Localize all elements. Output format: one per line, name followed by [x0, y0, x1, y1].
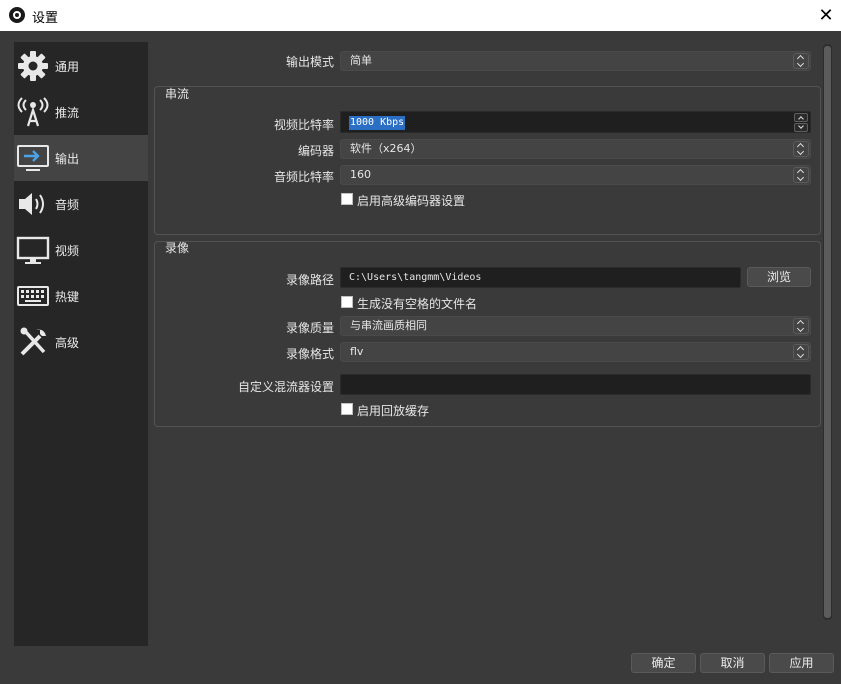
- streaming-group-title: 串流: [165, 87, 190, 101]
- sidebar-item-advanced[interactable]: 高级: [14, 319, 148, 365]
- scrollbar-thumb[interactable]: [824, 46, 831, 618]
- chevron-updown-icon: [793, 141, 809, 157]
- recording-path-input[interactable]: C:\Users\tangmm\Videos: [340, 267, 741, 288]
- checkbox-box[interactable]: [341, 296, 353, 308]
- video-bitrate-value: 1000 Kbps: [349, 116, 406, 130]
- sidebar-item-label: 音频: [55, 198, 80, 212]
- streaming-group: [154, 86, 821, 235]
- chevron-updown-icon: [793, 167, 809, 183]
- vertical-scrollbar[interactable]: [823, 44, 832, 620]
- close-icon: ✕: [818, 5, 834, 26]
- replay-buffer-label: 启用回放缓存: [357, 404, 430, 418]
- recording-path-label: 录像路径: [285, 273, 334, 287]
- output-mode-value: 简单: [350, 54, 372, 67]
- recording-format-select[interactable]: flv: [340, 342, 811, 362]
- no-space-filename-label: 生成没有空格的文件名: [357, 297, 478, 311]
- audio-bitrate-label: 音频比特率: [273, 170, 334, 184]
- keyboard-icon: [17, 286, 49, 306]
- sidebar-item-label: 高级: [55, 336, 80, 350]
- monitor-icon: [16, 236, 50, 264]
- output-monitor-icon: [17, 145, 49, 171]
- spin-down-button[interactable]: [794, 123, 808, 132]
- speaker-icon: [19, 193, 44, 215]
- sidebar-item-label: 热键: [55, 290, 80, 304]
- audio-bitrate-value: 160: [350, 168, 371, 181]
- settings-sidebar: 通用 推流 输出 音频 视频 热键 高级: [14, 42, 148, 646]
- chevron-updown-icon: [793, 53, 809, 69]
- sidebar-item-output[interactable]: 输出: [14, 135, 148, 181]
- recording-format-value: flv: [350, 345, 364, 358]
- recording-group-title: 录像: [165, 241, 190, 255]
- browse-button[interactable]: 浏览: [747, 267, 811, 287]
- sidebar-item-hotkeys[interactable]: 热键: [14, 273, 148, 319]
- output-mode-select[interactable]: 简单: [340, 51, 811, 71]
- window-title: 设置: [32, 11, 59, 26]
- spin-up-button[interactable]: [794, 113, 808, 122]
- broadcast-antenna-icon: [17, 97, 49, 127]
- chevron-updown-icon: [793, 318, 809, 334]
- encoder-label: 编码器: [297, 144, 334, 158]
- recording-format-label: 录像格式: [285, 347, 334, 361]
- custom-muxer-label: 自定义混流器设置: [237, 380, 334, 394]
- checkbox-box[interactable]: [341, 193, 353, 205]
- gear-icon: [18, 51, 48, 81]
- encoder-value: 软件（x264）: [350, 142, 422, 155]
- cancel-button[interactable]: 取消: [700, 653, 765, 673]
- video-bitrate-spinbox[interactable]: 1000 Kbps: [340, 111, 811, 133]
- advanced-encoder-label: 启用高级编码器设置: [357, 194, 466, 208]
- ok-button[interactable]: 确定: [631, 653, 696, 673]
- output-mode-label: 输出模式: [285, 55, 334, 69]
- encoder-select[interactable]: 软件（x264）: [340, 139, 811, 159]
- sidebar-item-label: 输出: [55, 152, 80, 166]
- tools-icon: [20, 327, 46, 356]
- sidebar-item-audio[interactable]: 音频: [14, 181, 148, 227]
- sidebar-item-label: 通用: [55, 60, 80, 74]
- sidebar-item-stream[interactable]: 推流: [14, 89, 148, 135]
- sidebar-item-video[interactable]: 视频: [14, 227, 148, 273]
- sidebar-item-general[interactable]: 通用: [14, 43, 148, 89]
- recording-quality-value: 与串流画质相同: [350, 319, 427, 332]
- recording-quality-label: 录像质量: [285, 321, 334, 335]
- apply-button[interactable]: 应用: [769, 653, 834, 673]
- chevron-updown-icon: [793, 344, 809, 360]
- checkbox-box[interactable]: [341, 403, 353, 415]
- obs-logo-icon: [9, 7, 25, 23]
- title-bar: 设置 ✕: [0, 0, 841, 31]
- video-bitrate-label: 视频比特率: [273, 118, 334, 132]
- recording-quality-select[interactable]: 与串流画质相同: [340, 316, 811, 336]
- custom-muxer-input[interactable]: [340, 374, 811, 395]
- close-button[interactable]: ✕: [811, 0, 841, 31]
- sidebar-item-label: 视频: [55, 244, 80, 258]
- audio-bitrate-select[interactable]: 160: [340, 165, 811, 185]
- sidebar-item-label: 推流: [55, 106, 80, 120]
